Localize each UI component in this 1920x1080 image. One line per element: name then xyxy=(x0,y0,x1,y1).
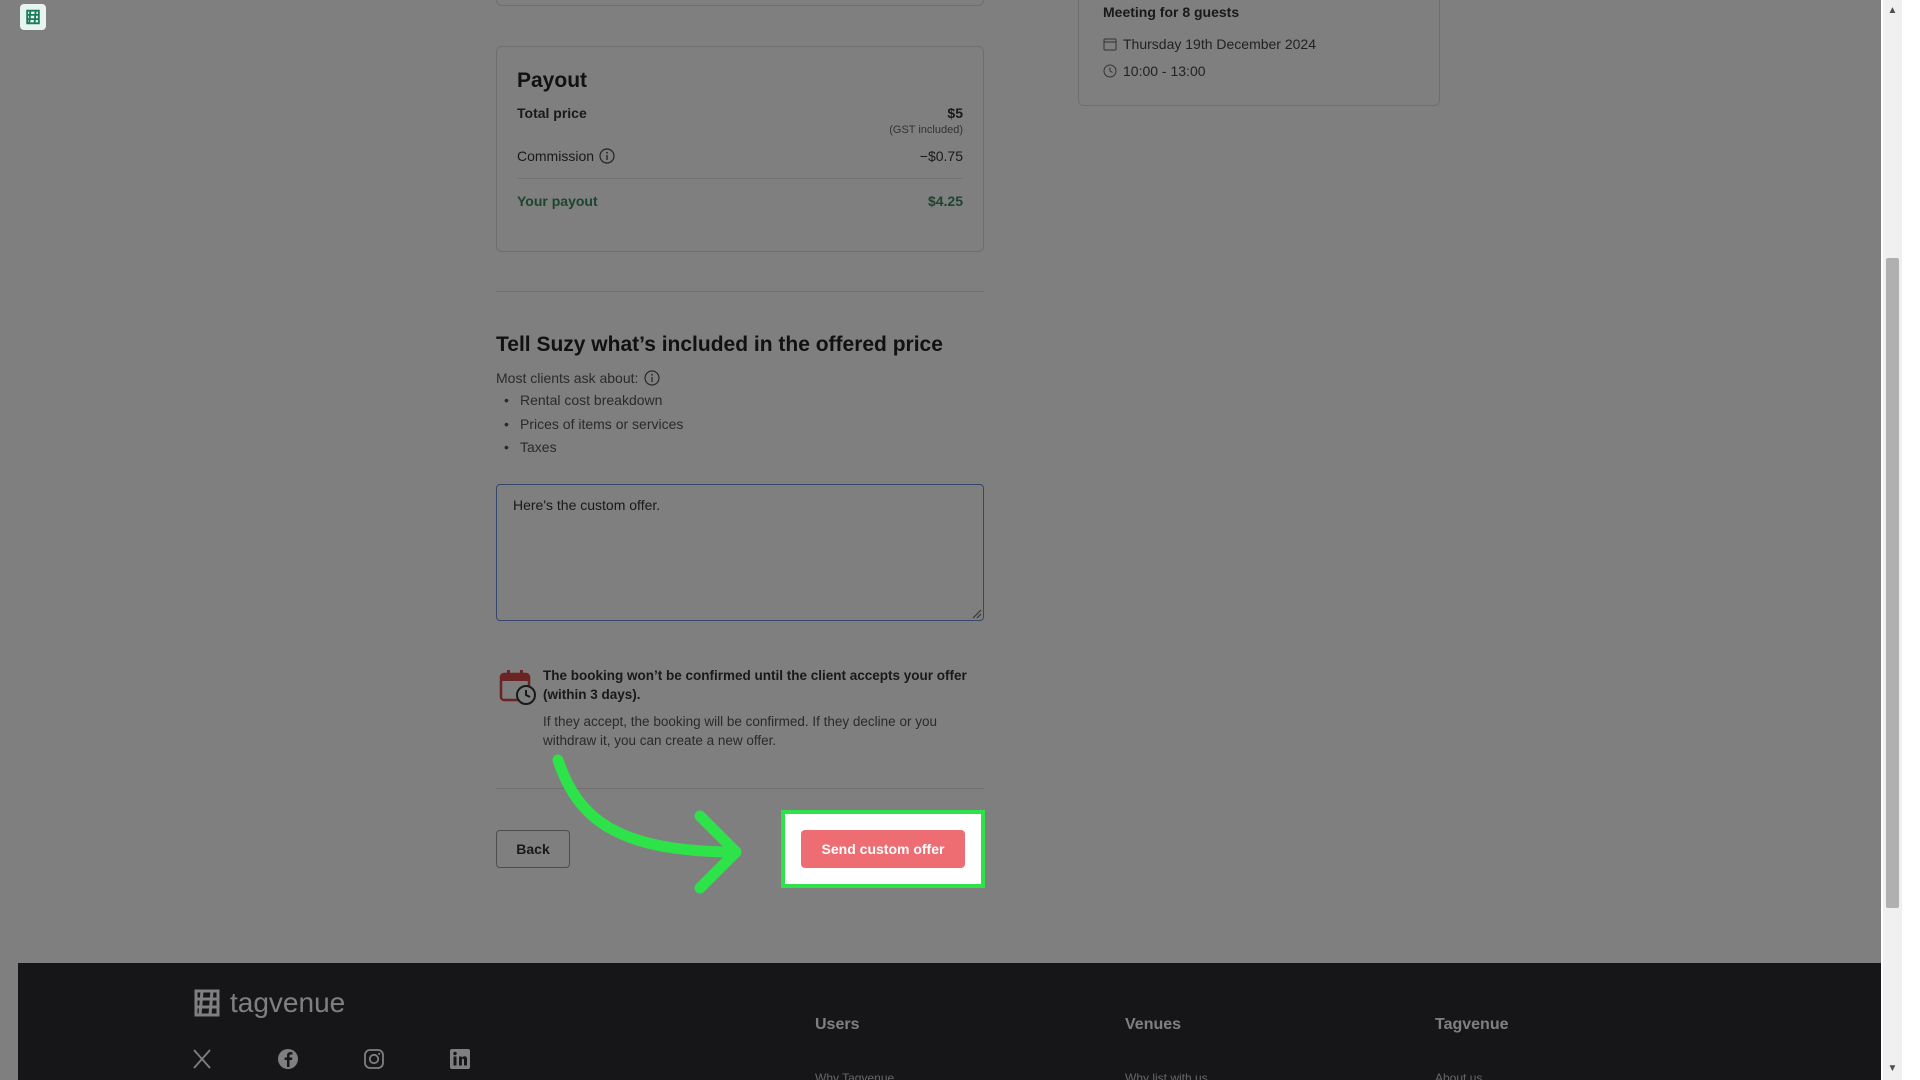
included-heading: Tell Suzy what’s included in the offered… xyxy=(496,333,943,356)
scroll-up-arrow-icon[interactable]: ▲ xyxy=(1883,4,1902,18)
your-payout-value: $4.25 xyxy=(927,193,963,209)
app-icon xyxy=(20,4,46,30)
info-icon[interactable] xyxy=(644,370,661,386)
commission-label-group: Commission xyxy=(517,148,615,164)
facebook-icon[interactable] xyxy=(276,1047,300,1071)
footer-brand: tagvenue xyxy=(230,987,346,1018)
your-payout-label: Your payout xyxy=(517,193,598,209)
ask-line: Most clients ask about: xyxy=(496,370,661,386)
commission-label: Commission xyxy=(517,148,595,164)
linkedin-icon[interactable] xyxy=(448,1047,472,1071)
footer-logo[interactable]: tagvenue xyxy=(190,987,345,1019)
total-price-row: Total price $5 (GST included) xyxy=(517,105,963,136)
offer-message-textarea[interactable] xyxy=(496,484,984,621)
left-margin xyxy=(0,0,18,1080)
list-item: Rental cost breakdown xyxy=(496,392,683,416)
previous-card-edge xyxy=(496,0,984,6)
pointer-arrow-icon xyxy=(552,754,742,894)
resize-handle-icon[interactable] xyxy=(970,607,982,619)
your-payout-row: Your payout $4.25 xyxy=(517,193,963,209)
section-divider xyxy=(496,291,984,292)
tagvenue-app-icon xyxy=(26,9,40,25)
footer-link-about-us[interactable]: About us xyxy=(1435,1071,1482,1080)
footer-link-why-list[interactable]: Why list with us xyxy=(1125,1071,1208,1080)
total-price-value-group: $5 (GST included) xyxy=(889,105,963,136)
right-margin xyxy=(1902,0,1920,1080)
scroll-down-arrow-icon[interactable]: ▼ xyxy=(1883,1062,1902,1076)
notice-body: If they accept, the booking will be conf… xyxy=(543,714,937,748)
footer-col-tagvenue: Tagvenue xyxy=(1435,1016,1509,1033)
total-price-value: $5 xyxy=(947,105,963,121)
info-icon[interactable] xyxy=(599,148,615,164)
meeting-title: Meeting for 8 guests xyxy=(1103,4,1240,20)
meeting-time-line: 10:00 - 13:00 xyxy=(1103,63,1206,79)
footer: tagvenue Users Venues Tagvenue Why Tagve… xyxy=(18,963,1881,1080)
footer-col-users: Users xyxy=(815,1016,860,1033)
meeting-summary-card: Meeting for 8 guests Thursday 19th Decem… xyxy=(1078,0,1440,106)
x-icon[interactable] xyxy=(190,1047,214,1071)
ask-label: Most clients ask about: xyxy=(496,370,639,386)
meeting-time: 10:00 - 13:00 xyxy=(1123,63,1206,79)
meeting-date: Thursday 19th December 2024 xyxy=(1123,36,1316,52)
notice-title: The booking won’t be confirmed until the… xyxy=(543,668,967,702)
gst-note: (GST included) xyxy=(889,124,963,136)
total-price-label: Total price xyxy=(517,105,587,121)
list-item: Prices of items or services xyxy=(496,416,683,440)
instagram-icon[interactable] xyxy=(362,1047,386,1071)
list-item: Taxes xyxy=(496,439,683,463)
calendar-icon xyxy=(1103,38,1117,51)
page: Payout Total price $5 (GST included) Com… xyxy=(18,0,1881,1080)
send-custom-offer-button[interactable]: Send custom offer xyxy=(801,830,965,868)
scrollbar-thumb[interactable] xyxy=(1886,258,1899,908)
clock-icon xyxy=(1103,64,1117,78)
meeting-date-line: Thursday 19th December 2024 xyxy=(1103,36,1316,52)
commission-value: −$0.75 xyxy=(919,148,963,164)
payout-card: Payout Total price $5 (GST included) Com… xyxy=(496,46,984,252)
calendar-clock-icon xyxy=(499,670,536,705)
tagvenue-logo-icon xyxy=(194,989,220,1017)
footer-col-venues: Venues xyxy=(1125,1016,1182,1033)
vertical-scrollbar[interactable]: ▲ ▼ xyxy=(1883,0,1902,1080)
payout-title: Payout xyxy=(517,69,588,92)
ask-list: Rental cost breakdown Prices of items or… xyxy=(496,392,683,463)
footer-link-why-tagvenue[interactable]: Why Tagvenue xyxy=(815,1071,894,1080)
commission-row: Commission −$0.75 xyxy=(517,148,963,179)
